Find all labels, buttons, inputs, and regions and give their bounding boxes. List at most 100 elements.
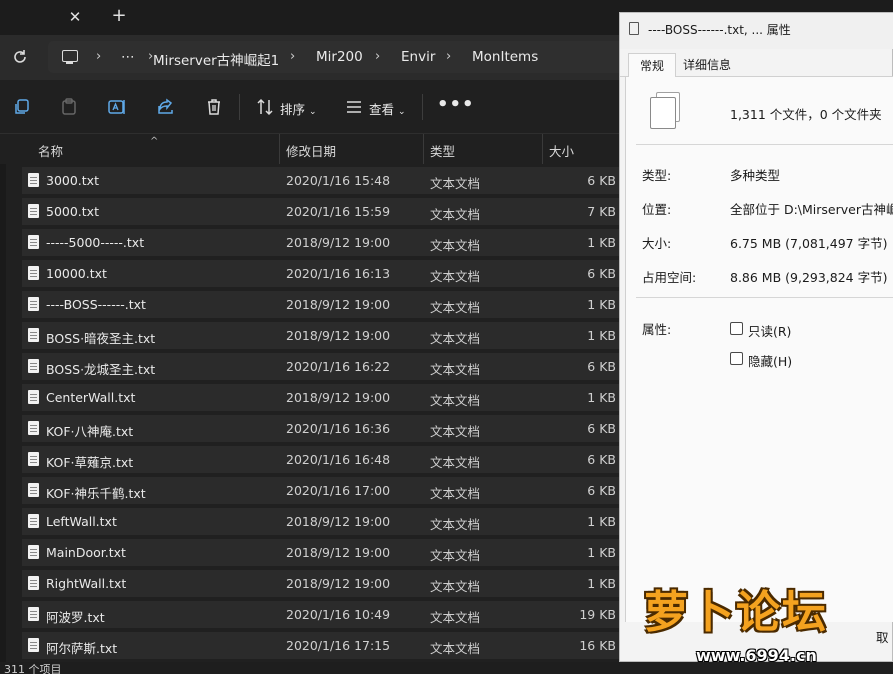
file-type: 文本文档 xyxy=(430,455,481,470)
column-divider[interactable] xyxy=(279,134,280,164)
file-name: MainDoor.txt xyxy=(46,545,126,560)
file-row[interactable]: 阿波罗.txt 2020/1/16 10:49 文本文档 19 KB xyxy=(22,601,620,628)
text-file-icon xyxy=(28,452,39,466)
file-date: 2020/1/16 16:13 xyxy=(286,266,391,281)
file-row[interactable]: 3000.txt 2020/1/16 15:48 文本文档 6 KB xyxy=(22,167,620,194)
file-size: 1 KB xyxy=(587,576,616,591)
sort-button[interactable]: 排序 ⌄ xyxy=(280,99,317,118)
file-type: 文本文档 xyxy=(430,300,481,315)
view-button[interactable]: 查看 ⌄ xyxy=(369,99,406,118)
column-header-size[interactable]: 大小 xyxy=(549,141,574,160)
file-name: 3000.txt xyxy=(46,173,99,188)
breadcrumb-item-mirserver[interactable]: Mirserver古神崛起1 xyxy=(153,49,279,69)
sort-icon[interactable] xyxy=(255,97,275,117)
file-size: 1 KB xyxy=(587,328,616,343)
hidden-checkbox[interactable] xyxy=(730,352,743,365)
file-row[interactable]: LeftWall.txt 2018/9/12 19:00 文本文档 1 KB xyxy=(22,508,620,535)
file-row[interactable]: MainDoor.txt 2018/9/12 19:00 文本文档 1 KB xyxy=(22,539,620,566)
file-date: 2020/1/16 17:00 xyxy=(286,483,391,498)
text-file-icon xyxy=(28,390,39,404)
text-file-icon xyxy=(28,638,39,652)
share-icon[interactable] xyxy=(156,97,176,117)
file-size: 16 KB xyxy=(579,638,616,653)
view-icon[interactable] xyxy=(344,97,364,117)
file-type: 文本文档 xyxy=(430,610,481,625)
file-date: 2018/9/12 19:00 xyxy=(286,297,391,312)
file-row[interactable]: -----5000-----.txt 2018/9/12 19:00 文本文档 1 K… xyxy=(22,229,620,256)
file-name: KOF·八神庵.txt xyxy=(46,424,134,439)
chevron-right-icon: › xyxy=(375,49,381,64)
breadcrumb-item-mir200[interactable]: Mir200 xyxy=(316,49,363,65)
rename-icon[interactable] xyxy=(107,97,127,117)
file-type: 文本文档 xyxy=(430,269,481,284)
column-divider[interactable] xyxy=(423,134,424,164)
chevron-right-icon: › xyxy=(290,49,296,64)
file-size: 6 KB xyxy=(587,359,616,374)
paste-icon[interactable] xyxy=(59,97,79,117)
file-row[interactable]: RightWall.txt 2018/9/12 19:00 文本文档 1 KB xyxy=(22,570,620,597)
disk-size-label: 占用空间: xyxy=(642,270,697,285)
file-row[interactable]: BOSS·暗夜圣主.txt 2018/9/12 19:00 文本文档 1 KB xyxy=(22,322,620,349)
tab-details[interactable]: 详细信息 xyxy=(678,53,736,77)
delete-icon[interactable] xyxy=(204,97,224,117)
file-size: 6 KB xyxy=(587,173,616,188)
file-row[interactable]: KOF·八神庵.txt 2020/1/16 16:36 文本文档 6 KB xyxy=(22,415,620,442)
view-label: 查看 xyxy=(369,102,395,117)
text-file-icon xyxy=(28,328,39,342)
hidden-label[interactable]: 隐藏(H) xyxy=(748,351,792,370)
close-tab-icon[interactable]: ✕ xyxy=(64,6,86,28)
dialog-title-bar[interactable]: ----BOSS------.txt, ... 属性 xyxy=(620,13,893,49)
file-count: 1,311 个文件，0 个文件夹 xyxy=(730,107,882,122)
separator xyxy=(239,94,240,120)
file-date: 2018/9/12 19:00 xyxy=(286,545,391,560)
text-file-icon xyxy=(28,359,39,373)
location-label: 位置: xyxy=(642,202,672,217)
file-row[interactable]: BOSS·龙城圣主.txt 2020/1/16 16:22 文本文档 6 KB xyxy=(22,353,620,380)
file-row[interactable]: 10000.txt 2020/1/16 16:13 文本文档 6 KB xyxy=(22,260,620,287)
file-row[interactable]: 阿尔萨斯.txt 2020/1/16 17:15 文本文档 16 KB xyxy=(22,632,620,659)
file-name: BOSS·龙城圣主.txt xyxy=(46,362,156,377)
file-name: KOF·草薙京.txt xyxy=(46,455,134,470)
more-options-button[interactable]: ••• xyxy=(437,94,475,115)
this-pc-icon[interactable] xyxy=(62,50,78,64)
text-file-icon xyxy=(28,421,39,435)
column-header-type[interactable]: 类型 xyxy=(430,141,455,160)
breadcrumb-item-envir[interactable]: Envir xyxy=(401,49,435,65)
file-date: 2020/1/16 15:48 xyxy=(286,173,391,188)
breadcrumb-item-monitems[interactable]: MonItems xyxy=(472,49,538,65)
text-file-icon xyxy=(28,607,39,621)
file-row[interactable]: CenterWall.txt 2018/9/12 19:00 文本文档 1 KB xyxy=(22,384,620,411)
file-row[interactable]: KOF·神乐千鹤.txt 2020/1/16 17:00 文本文档 6 KB xyxy=(22,477,620,504)
disk-size-value: 8.86 MB (9,293,824 字节) xyxy=(730,270,888,285)
file-type: 文本文档 xyxy=(430,424,481,439)
file-date: 2020/1/16 10:49 xyxy=(286,607,391,622)
column-header-date[interactable]: 修改日期 xyxy=(286,141,336,160)
breadcrumb-more[interactable]: ⋯ xyxy=(121,49,135,65)
column-header-name[interactable]: 名称 xyxy=(38,141,63,160)
file-row[interactable]: KOF·草薙京.txt 2020/1/16 16:48 文本文档 6 KB xyxy=(22,446,620,473)
file-row[interactable]: 5000.txt 2020/1/16 15:59 文本文档 7 KB xyxy=(22,198,620,225)
refresh-icon[interactable] xyxy=(10,47,30,67)
chevron-down-icon: ⌄ xyxy=(309,107,317,117)
file-type: 文本文档 xyxy=(430,393,481,408)
file-size: 1 KB xyxy=(587,545,616,560)
new-tab-button[interactable]: + xyxy=(108,5,130,27)
text-file-icon xyxy=(28,514,39,528)
file-date: 2020/1/16 16:22 xyxy=(286,359,391,374)
location-value: 全部位于 D:\Mirserver古神崛起 xyxy=(730,202,893,217)
copy-icon[interactable] xyxy=(12,97,32,117)
address-bar[interactable]: › ⋯ › Mirserver古神崛起1 › Mir200 › Envir › … xyxy=(48,41,648,73)
file-date: 2018/9/12 19:00 xyxy=(286,390,391,405)
file-type: 文本文档 xyxy=(430,176,481,191)
file-row[interactable]: ----BOSS------.txt 2018/9/12 19:00 文本文档 1 K… xyxy=(22,291,620,318)
file-name: -----5000-----.txt xyxy=(46,235,145,250)
file-size: 7 KB xyxy=(587,204,616,219)
tab-general[interactable]: 常规 xyxy=(628,53,676,78)
column-divider[interactable] xyxy=(542,134,543,164)
column-header-row: ^ 名称 修改日期 类型 大小 xyxy=(0,134,620,164)
readonly-checkbox[interactable] xyxy=(730,322,743,335)
file-size: 1 KB xyxy=(587,235,616,250)
readonly-label[interactable]: 只读(R) xyxy=(748,321,791,340)
file-date: 2018/9/12 19:00 xyxy=(286,576,391,591)
sort-ascending-icon: ^ xyxy=(150,136,159,147)
